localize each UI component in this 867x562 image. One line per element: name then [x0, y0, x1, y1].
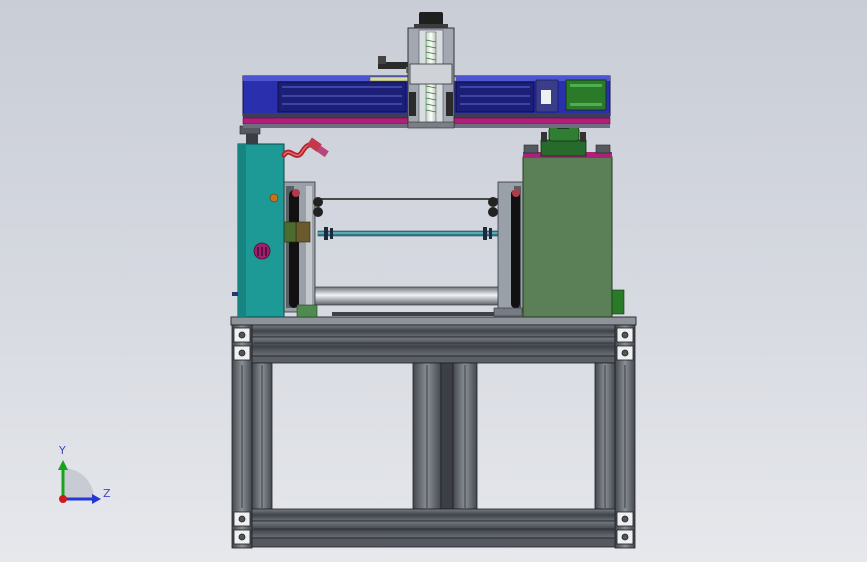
coordinate-triad: Y Z — [58, 444, 111, 504]
z-axis-bottom-plate — [407, 121, 455, 129]
cad-model-viewport[interactable]: Y Z — [0, 0, 867, 562]
upper-beam-lip — [251, 355, 616, 364]
left-housing-edge — [238, 144, 246, 317]
gantry-end-label — [541, 90, 551, 104]
triad-y-label: Y — [58, 444, 66, 457]
motor-mount-left — [541, 132, 547, 142]
z-axis-motor — [419, 12, 443, 26]
z-axis-module — [407, 12, 455, 129]
left-bearing-block — [295, 221, 311, 243]
base-guide-rail — [332, 312, 522, 316]
left-black-belt — [289, 190, 299, 308]
right-red-accent — [512, 189, 520, 197]
drive-motor — [540, 124, 587, 157]
right-housing-top-bracket-right — [595, 144, 611, 154]
base-frame — [230, 316, 637, 549]
right-housing-side-unit — [611, 289, 625, 315]
gantry-left-window — [277, 81, 407, 113]
right-housing — [522, 144, 625, 318]
right-foot — [493, 307, 523, 317]
z-axis-right-rail — [446, 92, 453, 116]
triad-x-axis-origin — [59, 495, 67, 503]
right-housing-body — [522, 156, 613, 318]
left-housing-knob — [269, 193, 279, 203]
lower-rear-beam — [251, 520, 616, 539]
air-hose — [281, 137, 329, 158]
left-plate-edge — [306, 186, 312, 308]
lower-front-beam — [251, 508, 616, 522]
motor-mount-right — [580, 132, 586, 142]
motor-cap — [548, 126, 580, 142]
left-housing-side-pin — [232, 292, 238, 296]
left-housing-cap — [246, 134, 258, 144]
z-axis-motor-flange — [414, 24, 448, 28]
upper-rear-beam — [251, 336, 616, 357]
left-red-accent — [292, 189, 300, 197]
z-axis-carriage — [409, 63, 453, 85]
right-housing-top-bracket-left — [523, 144, 539, 154]
triad-plane-fan — [63, 468, 94, 499]
right-pinch-rollers — [488, 197, 498, 217]
triad-z-label: Z — [103, 487, 111, 500]
center-upright-2 — [440, 362, 454, 510]
upper-front-beam — [251, 324, 616, 338]
gantry-cylinder-end — [378, 56, 386, 64]
main-roller — [295, 286, 523, 306]
left-housing — [232, 125, 285, 318]
roller-assembly — [295, 198, 523, 316]
motor-body — [540, 139, 587, 157]
right-black-belt — [511, 190, 520, 308]
base-top-plate — [230, 316, 637, 326]
left-green-foot — [296, 304, 318, 318]
z-axis-left-rail — [409, 92, 416, 116]
gantry-right-window — [455, 81, 535, 113]
lower-beam-lip — [251, 537, 616, 548]
